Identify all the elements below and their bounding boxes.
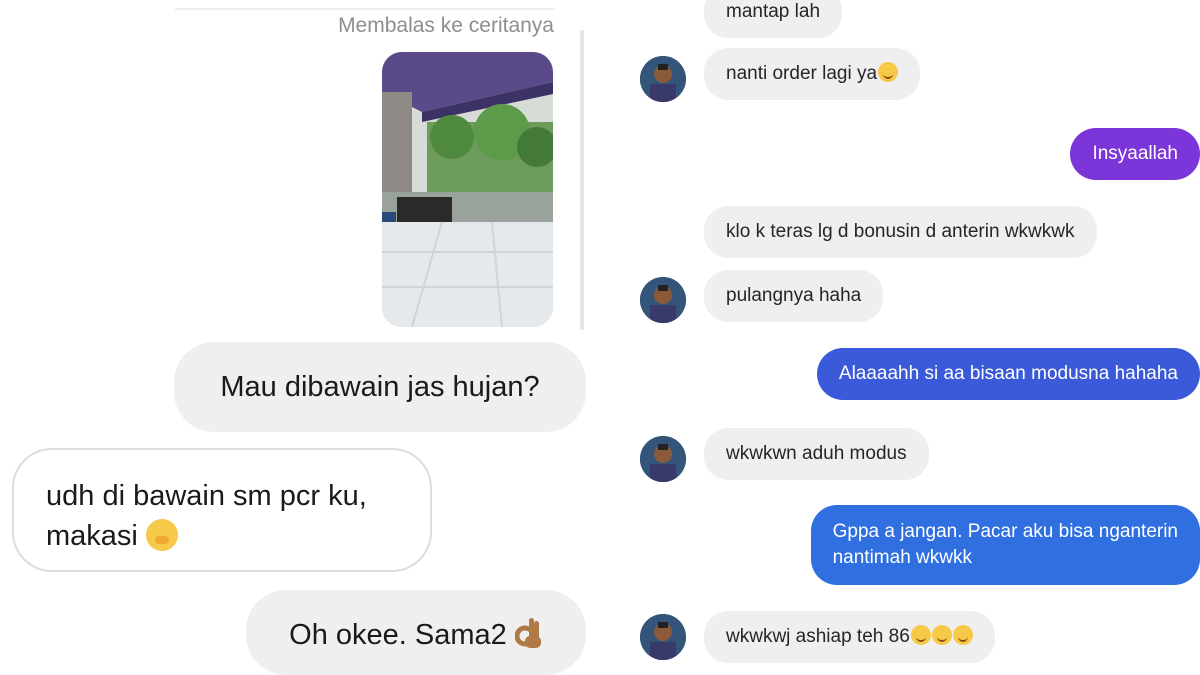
message-text-line-1: Gppa a jangan. Pacar aku bisa nganterin [832, 521, 1178, 542]
rofl-emoji [878, 62, 899, 82]
ok-hand-emoji [514, 618, 541, 648]
smirking-face-emoji [145, 519, 178, 551]
story-thumbnail[interactable] [382, 52, 553, 327]
message-text: nanti order lagi ya [726, 63, 878, 84]
incoming-message[interactable]: wkwkwj ashiap teh 86 [704, 611, 995, 663]
message-text: Insyaallah [1092, 143, 1178, 164]
contact-avatar[interactable] [640, 56, 686, 102]
outgoing-message[interactable]: Alaaaahh si aa bisaan modusna hahaha [816, 348, 1200, 400]
incoming-message[interactable]: mantap lah [704, 0, 843, 38]
outgoing-message[interactable]: Insyaallah [1070, 128, 1200, 180]
story-image [382, 52, 553, 327]
rofl-emoji [952, 625, 973, 645]
right-conversation-panel: mantap lah nanti order lagi ya Insyaalla… [598, 0, 1200, 675]
contact-avatar[interactable] [640, 277, 686, 323]
incoming-message[interactable]: wkwkwn aduh modus [704, 428, 929, 480]
contact-avatar[interactable] [640, 436, 686, 482]
outgoing-message[interactable]: Oh okee. Sama2 [246, 590, 586, 675]
message-text: pulangnya haha [726, 285, 862, 306]
panel-divider [580, 30, 584, 330]
message-text-line-2: makasi [46, 520, 138, 552]
incoming-message[interactable]: udh di bawain sm pcr ku, makasi [12, 448, 432, 572]
message-text: Mau dibawain jas hujan? [220, 371, 540, 403]
reply-to-story-label: Membalas ke ceritanya [338, 14, 554, 37]
message-text-line-1: udh di bawain sm pcr ku, [46, 480, 367, 512]
top-divider [175, 0, 555, 10]
incoming-message[interactable]: nanti order lagi ya [704, 48, 921, 100]
outgoing-message[interactable]: Gppa a jangan. Pacar aku bisa nganterin … [810, 505, 1200, 585]
message-text: klo k teras lg d bonusin d anterin wkwkw… [726, 221, 1075, 242]
message-text: Oh okee. Sama2 [289, 619, 507, 651]
incoming-message[interactable]: klo k teras lg d bonusin d anterin wkwkw… [704, 206, 1097, 258]
message-text: Alaaaahh si aa bisaan modusna hahaha [838, 363, 1178, 384]
message-text: mantap lah [726, 1, 821, 22]
outgoing-message[interactable]: Mau dibawain jas hujan? [174, 342, 586, 432]
message-text-line-2: nantimah wkwkk [832, 547, 972, 568]
incoming-message[interactable]: pulangnya haha [704, 270, 884, 322]
message-text: wkwkwn aduh modus [726, 443, 907, 464]
left-conversation-panel: Membalas ke ceritanya Mau dibawain jas h… [0, 0, 590, 675]
rofl-emoji [910, 625, 931, 645]
message-text: wkwkwj ashiap teh 86 [726, 626, 910, 647]
contact-avatar[interactable] [640, 614, 686, 660]
rofl-emoji [931, 625, 952, 645]
